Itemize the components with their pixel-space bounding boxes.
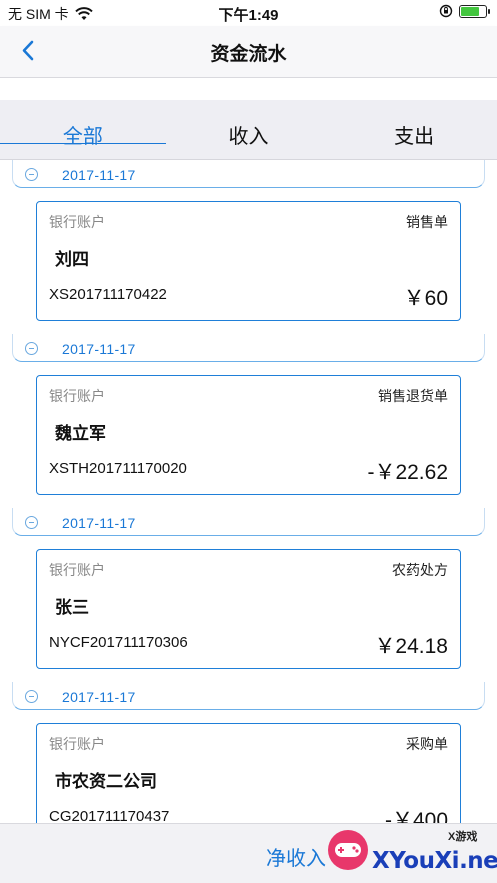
net-income-label: 净收入 (266, 848, 326, 870)
date-group: 2017-11-17 银行账户 采购单 市农资二公司 CG20171117043… (0, 682, 497, 823)
document-type: 销售单 (406, 214, 448, 230)
counterparty-name: 魏立军 (55, 424, 106, 443)
group-date: 2017-11-17 (62, 515, 136, 531)
spacer (0, 78, 497, 100)
document-number: XS201711170422 (49, 286, 167, 303)
tab-income[interactable]: 收入 (166, 100, 332, 159)
date-group: 2017-11-17 银行账户 销售退货单 魏立军 XSTH2017111700… (0, 334, 497, 495)
document-number: NYCF201711170306 (49, 634, 188, 651)
page-title: 资金流水 (210, 44, 287, 65)
account-label: 银行账户 (49, 562, 105, 578)
amount: ￥60 (403, 287, 448, 310)
gamepad-logo-icon (328, 830, 368, 870)
group-date: 2017-11-17 (62, 689, 136, 705)
document-type: 销售退货单 (378, 388, 448, 404)
date-group: 2017-11-17 银行账户 农药处方 张三 NYCF201711170306… (0, 508, 497, 669)
group-header[interactable]: 2017-11-17 (12, 508, 485, 536)
battery-fill (461, 6, 480, 16)
group-header[interactable]: 2017-11-17 (12, 334, 485, 362)
document-number: XSTH201711170020 (49, 460, 187, 477)
status-right (439, 4, 490, 18)
transaction-card[interactable]: 银行账户 采购单 市农资二公司 CG201711170437 -￥400 (36, 723, 461, 823)
amount: -￥22.62 (367, 461, 448, 484)
document-type: 农药处方 (392, 562, 448, 578)
counterparty-name: 刘四 (55, 250, 89, 269)
document-type: 采购单 (406, 736, 448, 752)
account-label: 银行账户 (49, 214, 105, 230)
group-date: 2017-11-17 (62, 341, 136, 357)
tab-label: 收入 (228, 126, 269, 148)
collapse-icon[interactable] (25, 342, 38, 355)
counterparty-name: 张三 (55, 598, 89, 617)
collapse-icon[interactable] (25, 690, 38, 703)
date-group: 2017-11-17 银行账户 销售单 刘四 XS201711170422 ￥6… (0, 160, 497, 321)
status-bar: 无 SIM 卡 下午1:49 (0, 0, 497, 26)
watermark-tag: X游戏 (448, 831, 478, 843)
orientation-lock-icon (439, 4, 453, 18)
battery-icon (459, 4, 490, 18)
amount: -￥400 (384, 809, 448, 823)
group-header[interactable]: 2017-11-17 (12, 682, 485, 710)
nav-bar: 资金流水 (0, 26, 497, 78)
status-time: 下午1:49 (218, 7, 279, 24)
account-label: 银行账户 (49, 388, 105, 404)
tab-expense[interactable]: 支出 (331, 100, 497, 159)
watermark-brand: XYouXi.net (372, 848, 497, 874)
transaction-card[interactable]: 银行账户 农药处方 张三 NYCF201711170306 ￥24.18 (36, 549, 461, 669)
site-watermark: X游戏 XYouXi.net (326, 826, 497, 883)
collapse-icon[interactable] (25, 168, 38, 181)
transaction-list[interactable]: 2017-11-17 银行账户 销售单 刘四 XS201711170422 ￥6… (0, 160, 497, 823)
account-label: 银行账户 (49, 736, 105, 752)
tab-all[interactable]: 全部 (0, 100, 166, 159)
tab-active-underline (0, 142, 166, 144)
document-number: CG201711170437 (49, 808, 170, 823)
amount: ￥24.18 (374, 635, 448, 658)
tab-label: 全部 (62, 126, 103, 148)
transaction-card[interactable]: 银行账户 销售单 刘四 XS201711170422 ￥60 (36, 201, 461, 321)
filter-tabs: 全部 收入 支出 (0, 100, 497, 160)
group-header[interactable]: 2017-11-17 (12, 160, 485, 188)
transaction-card[interactable]: 银行账户 销售退货单 魏立军 XSTH201711170020 -￥22.62 (36, 375, 461, 495)
tab-label: 支出 (394, 126, 435, 148)
group-date: 2017-11-17 (62, 167, 136, 183)
counterparty-name: 市农资二公司 (55, 772, 157, 791)
collapse-icon[interactable] (25, 516, 38, 529)
